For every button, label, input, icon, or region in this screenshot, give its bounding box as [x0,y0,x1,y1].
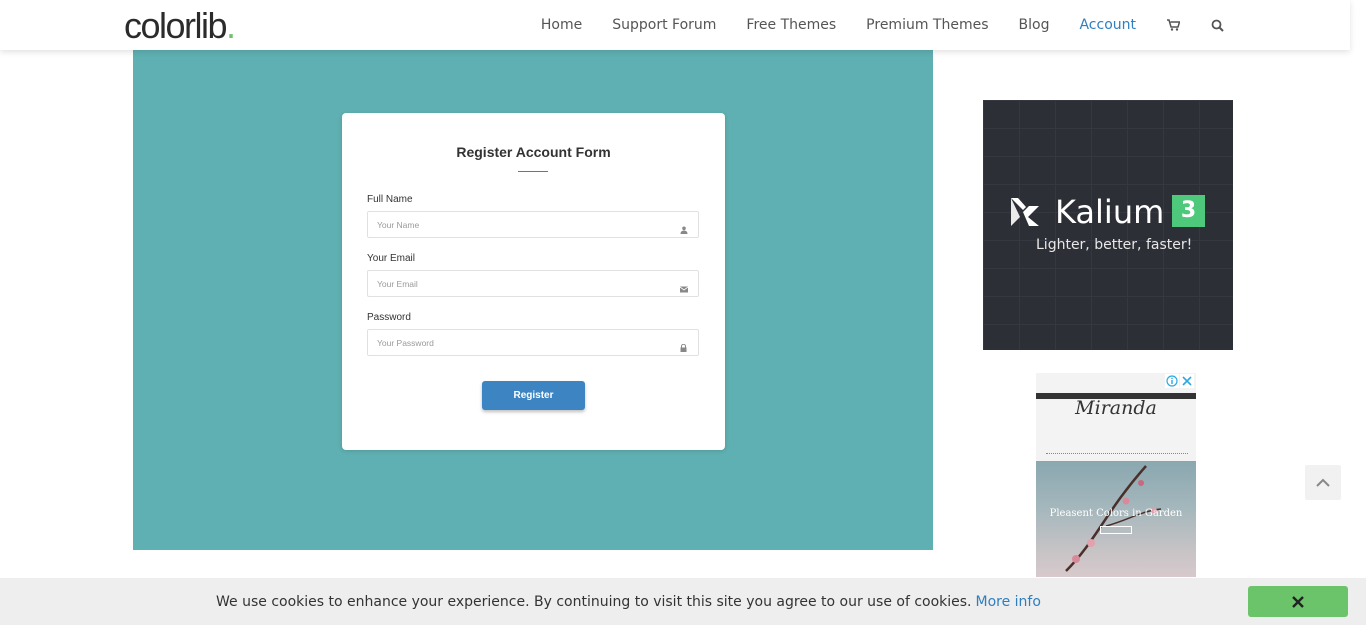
ad-choice-icons [1164,374,1194,388]
full-name-label: Full Name [367,194,413,205]
password-field [367,329,699,356]
nav-blog[interactable]: Blog [1019,17,1050,33]
full-name-field [367,211,699,238]
kalium-logo-icon [1011,198,1039,226]
nav-free-themes[interactable]: Free Themes [746,17,836,33]
cookie-bar: We use cookies to enhance your experienc… [0,578,1366,625]
kalium-ad[interactable]: Kalium 3 Lighter, better, faster! [983,100,1233,350]
password-input[interactable] [368,330,668,355]
lock-icon [680,339,688,352]
user-icon [680,221,688,234]
email-input[interactable] [368,271,668,296]
email-field [367,270,699,297]
ad-menu-line [1046,453,1188,457]
cookie-close-button[interactable] [1248,586,1348,617]
ad-close-icon[interactable] [1180,374,1194,388]
branch-illustration [1065,465,1162,572]
form-title: Register Account Form [456,144,611,160]
nav-premium-themes[interactable]: Premium Themes [866,17,988,33]
ad-photo-title: Pleasent Colors in Garden [1049,508,1183,519]
logo-text: colorlib [124,5,228,46]
miranda-ad[interactable]: Miranda Pleasent Colors in Garden [1036,373,1196,577]
cookie-message-wrap: We use cookies to enhance your experienc… [216,594,1041,610]
form-showcase: Register Account Form Full Name Your Ema… [133,50,933,550]
ad-garden-photo [1036,461,1196,577]
nav-account[interactable]: Account [1079,17,1136,33]
title-underline [518,171,548,172]
envelope-icon [679,280,689,293]
register-form-card: Register Account Form Full Name Your Ema… [342,113,725,450]
kalium-version-badge: 3 [1172,195,1205,227]
back-to-top-button[interactable] [1305,465,1341,500]
ad-photo-button[interactable] [1100,526,1132,534]
nav-support-forum[interactable]: Support Forum [612,17,716,33]
main-nav: Home Support Forum Free Themes Premium T… [511,0,1224,50]
kalium-name: Kalium [1055,193,1165,231]
email-label: Your Email [367,253,415,264]
register-button[interactable]: Register [482,381,585,410]
info-icon[interactable] [1165,374,1179,388]
logo-dot: . [226,5,236,46]
close-icon [1292,595,1304,608]
kalium-tagline: Lighter, better, faster! [1036,237,1193,253]
cookie-message: We use cookies to enhance your experienc… [216,594,972,610]
cookie-more-info-link[interactable]: More info [976,594,1041,610]
chevron-up-icon [1316,478,1330,487]
search-icon[interactable] [1210,18,1224,32]
full-name-input[interactable] [368,212,668,237]
nav-home[interactable]: Home [541,17,582,33]
site-header: colorlib. Home Support Forum Free Themes… [0,0,1350,50]
password-label: Password [367,312,411,323]
miranda-brand: Miranda [1075,397,1157,419]
cart-icon[interactable] [1166,18,1180,32]
colorlib-logo[interactable]: colorlib. [124,5,236,46]
